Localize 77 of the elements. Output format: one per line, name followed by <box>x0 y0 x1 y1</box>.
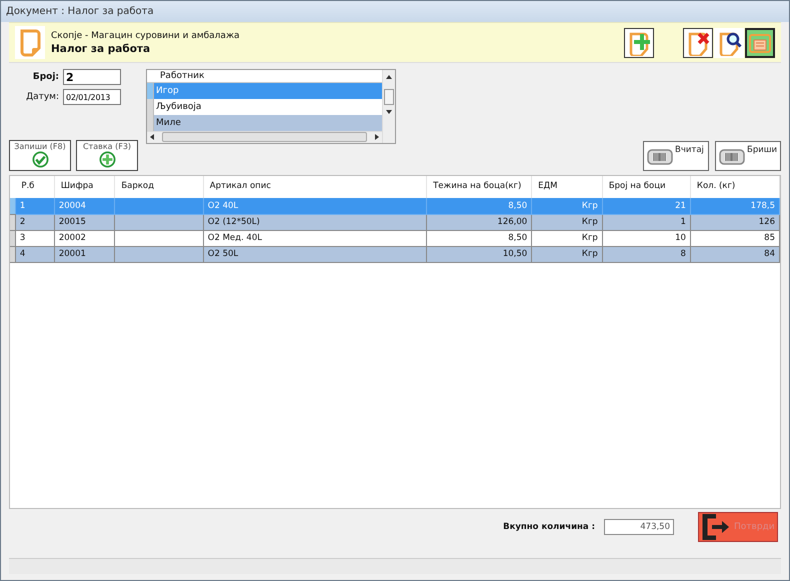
add-item-button[interactable]: Ставка (F3) <box>76 140 138 171</box>
plus-circle-icon <box>98 151 116 168</box>
table-row[interactable]: 3 20002 О2 Мед. 40L 8,50 Кгр 10 85 <box>10 230 780 246</box>
table-cell: 8 <box>602 246 690 262</box>
print-button[interactable] <box>745 28 775 58</box>
search-document-button[interactable] <box>714 28 744 58</box>
window-title: Документ : Налог за работа <box>1 1 789 22</box>
table-cell: 20001 <box>54 246 115 262</box>
table-cell: 1 <box>15 198 54 214</box>
table-cell: 2 <box>15 214 54 230</box>
row-header[interactable] <box>10 214 16 230</box>
column-header: Баркод <box>114 176 204 198</box>
barcode-card-icon <box>647 147 673 165</box>
check-circle-icon <box>32 151 48 168</box>
column-header: Р.б <box>15 176 54 198</box>
horizontal-scrollbar[interactable] <box>147 130 382 143</box>
table-cell: 21 <box>602 198 690 214</box>
scroll-thumb[interactable] <box>384 89 394 105</box>
scroll-down-icon[interactable] <box>385 109 393 115</box>
table-cell: Кгр <box>532 246 602 262</box>
number-field[interactable]: 2 <box>63 69 121 85</box>
table-cell: 20002 <box>54 230 115 246</box>
table-cell: 126,00 <box>426 214 532 230</box>
header-title: Налог за работа <box>51 42 152 54</box>
table-cell: Кгр <box>532 198 602 214</box>
total-label: Вкупно количина : <box>503 522 595 532</box>
table-cell: 3 <box>15 230 54 246</box>
clear-button[interactable]: Бриши <box>715 141 781 171</box>
table-cell: О2 (12*50L) <box>203 214 427 230</box>
row-header[interactable] <box>10 230 16 246</box>
barcode-card-icon <box>719 147 745 165</box>
column-header: Артикал опис <box>203 176 427 198</box>
table-cell: 10 <box>602 230 690 246</box>
column-header: Шифра <box>54 176 115 198</box>
worker-list[interactable]: Работник Игор Љубивоја Миле <box>146 69 396 144</box>
column-header: ЕДМ <box>532 176 602 198</box>
new-document-button[interactable] <box>624 28 654 58</box>
load-button[interactable]: Вчитај <box>643 141 709 171</box>
column-header: Работник <box>159 71 204 82</box>
table-cell: 178,5 <box>690 198 780 214</box>
table-cell: 85 <box>690 230 780 246</box>
table-row[interactable]: 2 20015 О2 (12*50L) 126,00 Кгр 1 126 <box>10 214 780 230</box>
column-header: Тежина на боца(кг) <box>426 176 532 198</box>
row-header[interactable] <box>147 83 154 100</box>
table-cell: Кгр <box>532 230 602 246</box>
scroll-left-icon[interactable] <box>149 133 155 142</box>
table-cell: 8,50 <box>426 198 532 214</box>
field-label: Број: <box>32 72 59 82</box>
table-cell: О2 50L <box>203 246 427 262</box>
total-field[interactable]: 473,50 <box>604 519 674 535</box>
delete-document-button[interactable] <box>683 28 713 58</box>
table-cell: 20004 <box>54 198 115 214</box>
table-cell: Кгр <box>532 214 602 230</box>
table-cell: О2 Мед. 40L <box>203 230 427 246</box>
table-cell: 8,50 <box>426 230 532 246</box>
save-button[interactable]: Запиши (F8) <box>9 140 71 171</box>
header-subtitle: Скопје - Магацин суровини и амбалажа <box>51 30 240 40</box>
field-label: Датум: <box>26 92 59 102</box>
table-cell: О2 40L <box>203 198 427 214</box>
table-cell: 1 <box>602 214 690 230</box>
list-item[interactable]: Миле <box>154 114 181 131</box>
row-header[interactable] <box>147 99 154 115</box>
column-header: Кол. (кг) <box>690 176 780 198</box>
row-header[interactable] <box>10 246 16 262</box>
table-cell: 10,50 <box>426 246 532 262</box>
date-field[interactable]: 02/01/2013 <box>63 89 121 105</box>
list-item[interactable]: Љубивоја <box>154 102 202 112</box>
scroll-thumb[interactable] <box>162 132 367 142</box>
table-cell: 84 <box>690 246 780 262</box>
table-cell: 126 <box>690 214 780 230</box>
column-header: Број на боци <box>602 176 690 198</box>
scroll-up-icon[interactable] <box>385 74 393 80</box>
table-cell: 20015 <box>54 214 115 230</box>
table-cell: 4 <box>15 246 54 262</box>
scroll-right-icon[interactable] <box>374 133 380 142</box>
table-row[interactable]: 4 20001 О2 50L 10,50 Кгр 8 84 <box>10 246 780 262</box>
vertical-scrollbar[interactable] <box>382 70 395 143</box>
